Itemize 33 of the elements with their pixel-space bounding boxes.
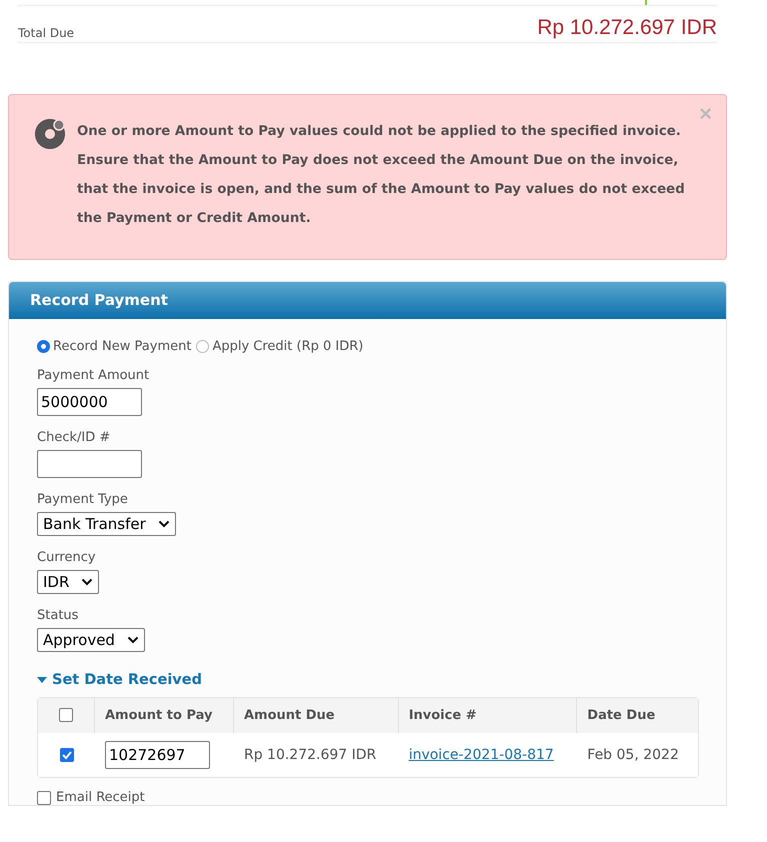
field-label: Check/ID #	[37, 430, 112, 445]
radio-button[interactable]	[196, 340, 210, 353]
field-label: Payment Type	[37, 492, 129, 507]
caret-icon	[126, 636, 139, 644]
column-header: Invoice #	[398, 698, 578, 733]
radio-button[interactable]	[37, 340, 50, 353]
caret-icon	[81, 578, 94, 586]
field-label: Payment Amount	[37, 368, 150, 383]
panel-title: Record Payment	[30, 291, 169, 309]
checkbox[interactable]	[59, 708, 73, 722]
dropdown[interactable]: Approved	[37, 628, 145, 652]
field-label: Status	[37, 608, 80, 623]
dropdown[interactable]: Bank Transfer	[37, 512, 176, 536]
total-due-label: Total Due	[18, 26, 74, 40]
column-header: Amount Due	[234, 698, 399, 733]
input-field[interactable]: 10272697	[105, 741, 210, 769]
invoice-link[interactable]: invoice-2021-08-817	[408, 747, 554, 763]
checkbox[interactable]	[37, 790, 51, 804]
error-message: One or more Amount to Pay values could not be applied to the specified invoice. Ensure that the Amount to Pay does not exceed the Amount Due on the invoice, that the invoice is open, and the sum of the Amount to Pay values do not exceed the Payment or Credit Amount.	[77, 123, 686, 228]
caret-icon	[158, 520, 170, 528]
dropdown[interactable]: IDR	[37, 570, 100, 594]
column-header: Date Due	[577, 698, 698, 733]
input-field[interactable]: 5000000	[37, 388, 142, 416]
caret-icon	[37, 676, 47, 684]
field-label: Currency	[37, 550, 97, 565]
total-due-amount: Rp 10.272.697 IDR	[537, 16, 717, 40]
input-field[interactable]	[37, 450, 142, 478]
radio-label: Record New Payment	[53, 339, 192, 354]
radio-label: Apply Credit (Rp 0 IDR)	[212, 339, 364, 354]
column-header: Amount to Pay	[95, 698, 234, 733]
set-date-toggle[interactable]: Set Date Received	[37, 672, 202, 688]
checkbox-label: Email Receipt	[56, 790, 145, 805]
checkbox[interactable]	[60, 748, 74, 762]
